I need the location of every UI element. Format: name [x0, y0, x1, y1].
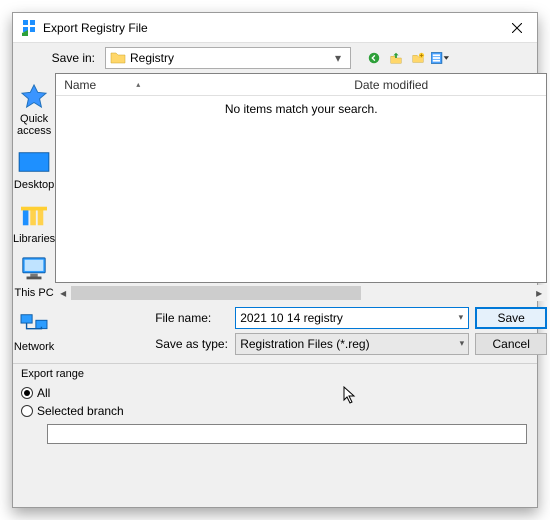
savein-row: Save in: Registry ▾	[13, 43, 537, 73]
close-button[interactable]	[497, 13, 537, 42]
radio-selected-branch[interactable]	[21, 405, 33, 417]
radio-all-label: All	[37, 386, 50, 400]
savein-toolbar	[365, 49, 449, 67]
place-label: Quick access	[13, 113, 55, 137]
save-as-type-value: Registration Files (*.reg)	[240, 337, 369, 351]
star-icon	[16, 81, 52, 111]
filename-combobox[interactable]: ▾	[235, 307, 469, 329]
sort-ascending-icon: ▴	[136, 80, 140, 89]
scroll-thumb[interactable]	[71, 286, 361, 300]
savein-value: Registry	[130, 51, 330, 65]
listing-wrap: Name ▴ Date modified No items match your…	[55, 73, 550, 363]
column-header-date[interactable]: Date modified	[346, 74, 546, 95]
column-header-name[interactable]: Name ▴	[56, 74, 346, 95]
chevron-down-icon[interactable]: ▾	[459, 312, 464, 323]
close-icon	[512, 23, 522, 33]
column-date-label: Date modified	[354, 78, 428, 92]
savein-label: Save in:	[21, 51, 99, 65]
save-as-type-label: Save as type:	[55, 337, 229, 351]
column-name-label: Name	[64, 78, 96, 92]
export-range-group: Export range All Selected branch	[13, 364, 537, 452]
place-libraries[interactable]: Libraries	[13, 197, 55, 251]
scroll-left-arrow-icon[interactable]: ◂	[55, 285, 71, 301]
place-label: This PC	[15, 287, 54, 299]
desktop-icon	[16, 147, 52, 177]
new-folder-icon[interactable]	[409, 49, 427, 67]
save-button-label: Save	[498, 311, 525, 325]
filename-section: File name: ▾ Save Save as type: Registra…	[55, 301, 550, 363]
list-header: Name ▴ Date modified	[56, 74, 546, 96]
libraries-icon	[16, 201, 52, 231]
view-menu-icon[interactable]	[431, 49, 449, 67]
dialog-window: Export Registry File Save in: Registry ▾	[12, 12, 538, 508]
place-network[interactable]: Network	[13, 305, 55, 359]
app-icon	[21, 20, 37, 36]
horizontal-scrollbar[interactable]: ◂ ▸	[55, 285, 547, 301]
radio-all[interactable]	[21, 387, 33, 399]
place-label: Network	[14, 341, 54, 353]
file-listing[interactable]: Name ▴ Date modified No items match your…	[55, 73, 547, 283]
savein-combobox[interactable]: Registry ▾	[105, 47, 351, 69]
chevron-down-icon: ▾	[460, 338, 465, 349]
filename-input[interactable]	[236, 308, 468, 328]
place-quick-access[interactable]: Quick access	[13, 77, 55, 143]
folder-icon	[110, 50, 126, 66]
scroll-right-arrow-icon[interactable]: ▸	[531, 285, 547, 301]
up-one-level-icon[interactable]	[387, 49, 405, 67]
radio-selected-branch-label: Selected branch	[37, 404, 124, 418]
dialog-title: Export Registry File	[43, 21, 497, 35]
this-pc-icon	[16, 255, 52, 285]
cancel-button-label: Cancel	[493, 337, 530, 351]
list-body: No items match your search.	[56, 96, 546, 282]
network-icon	[16, 309, 52, 339]
body-area: Quick access Desktop Libraries	[13, 73, 537, 363]
place-label: Desktop	[14, 179, 54, 191]
back-icon[interactable]	[365, 49, 383, 67]
place-desktop[interactable]: Desktop	[13, 143, 55, 197]
save-as-type-combobox[interactable]: Registration Files (*.reg) ▾	[235, 333, 469, 355]
places-bar: Quick access Desktop Libraries	[13, 73, 55, 363]
selected-branch-input[interactable]	[47, 424, 527, 444]
filename-label: File name:	[55, 311, 229, 325]
chevron-down-icon: ▾	[330, 51, 346, 65]
place-label: Libraries	[13, 233, 55, 245]
save-button[interactable]: Save	[475, 307, 547, 329]
cancel-button[interactable]: Cancel	[475, 333, 547, 355]
radio-selected-branch-row[interactable]: Selected branch	[21, 402, 529, 420]
titlebar: Export Registry File	[13, 13, 537, 43]
scroll-track[interactable]	[71, 285, 531, 301]
export-range-legend: Export range	[21, 368, 529, 380]
empty-message: No items match your search.	[225, 102, 378, 116]
radio-all-row[interactable]: All	[21, 384, 529, 402]
place-this-pc[interactable]: This PC	[13, 251, 55, 305]
